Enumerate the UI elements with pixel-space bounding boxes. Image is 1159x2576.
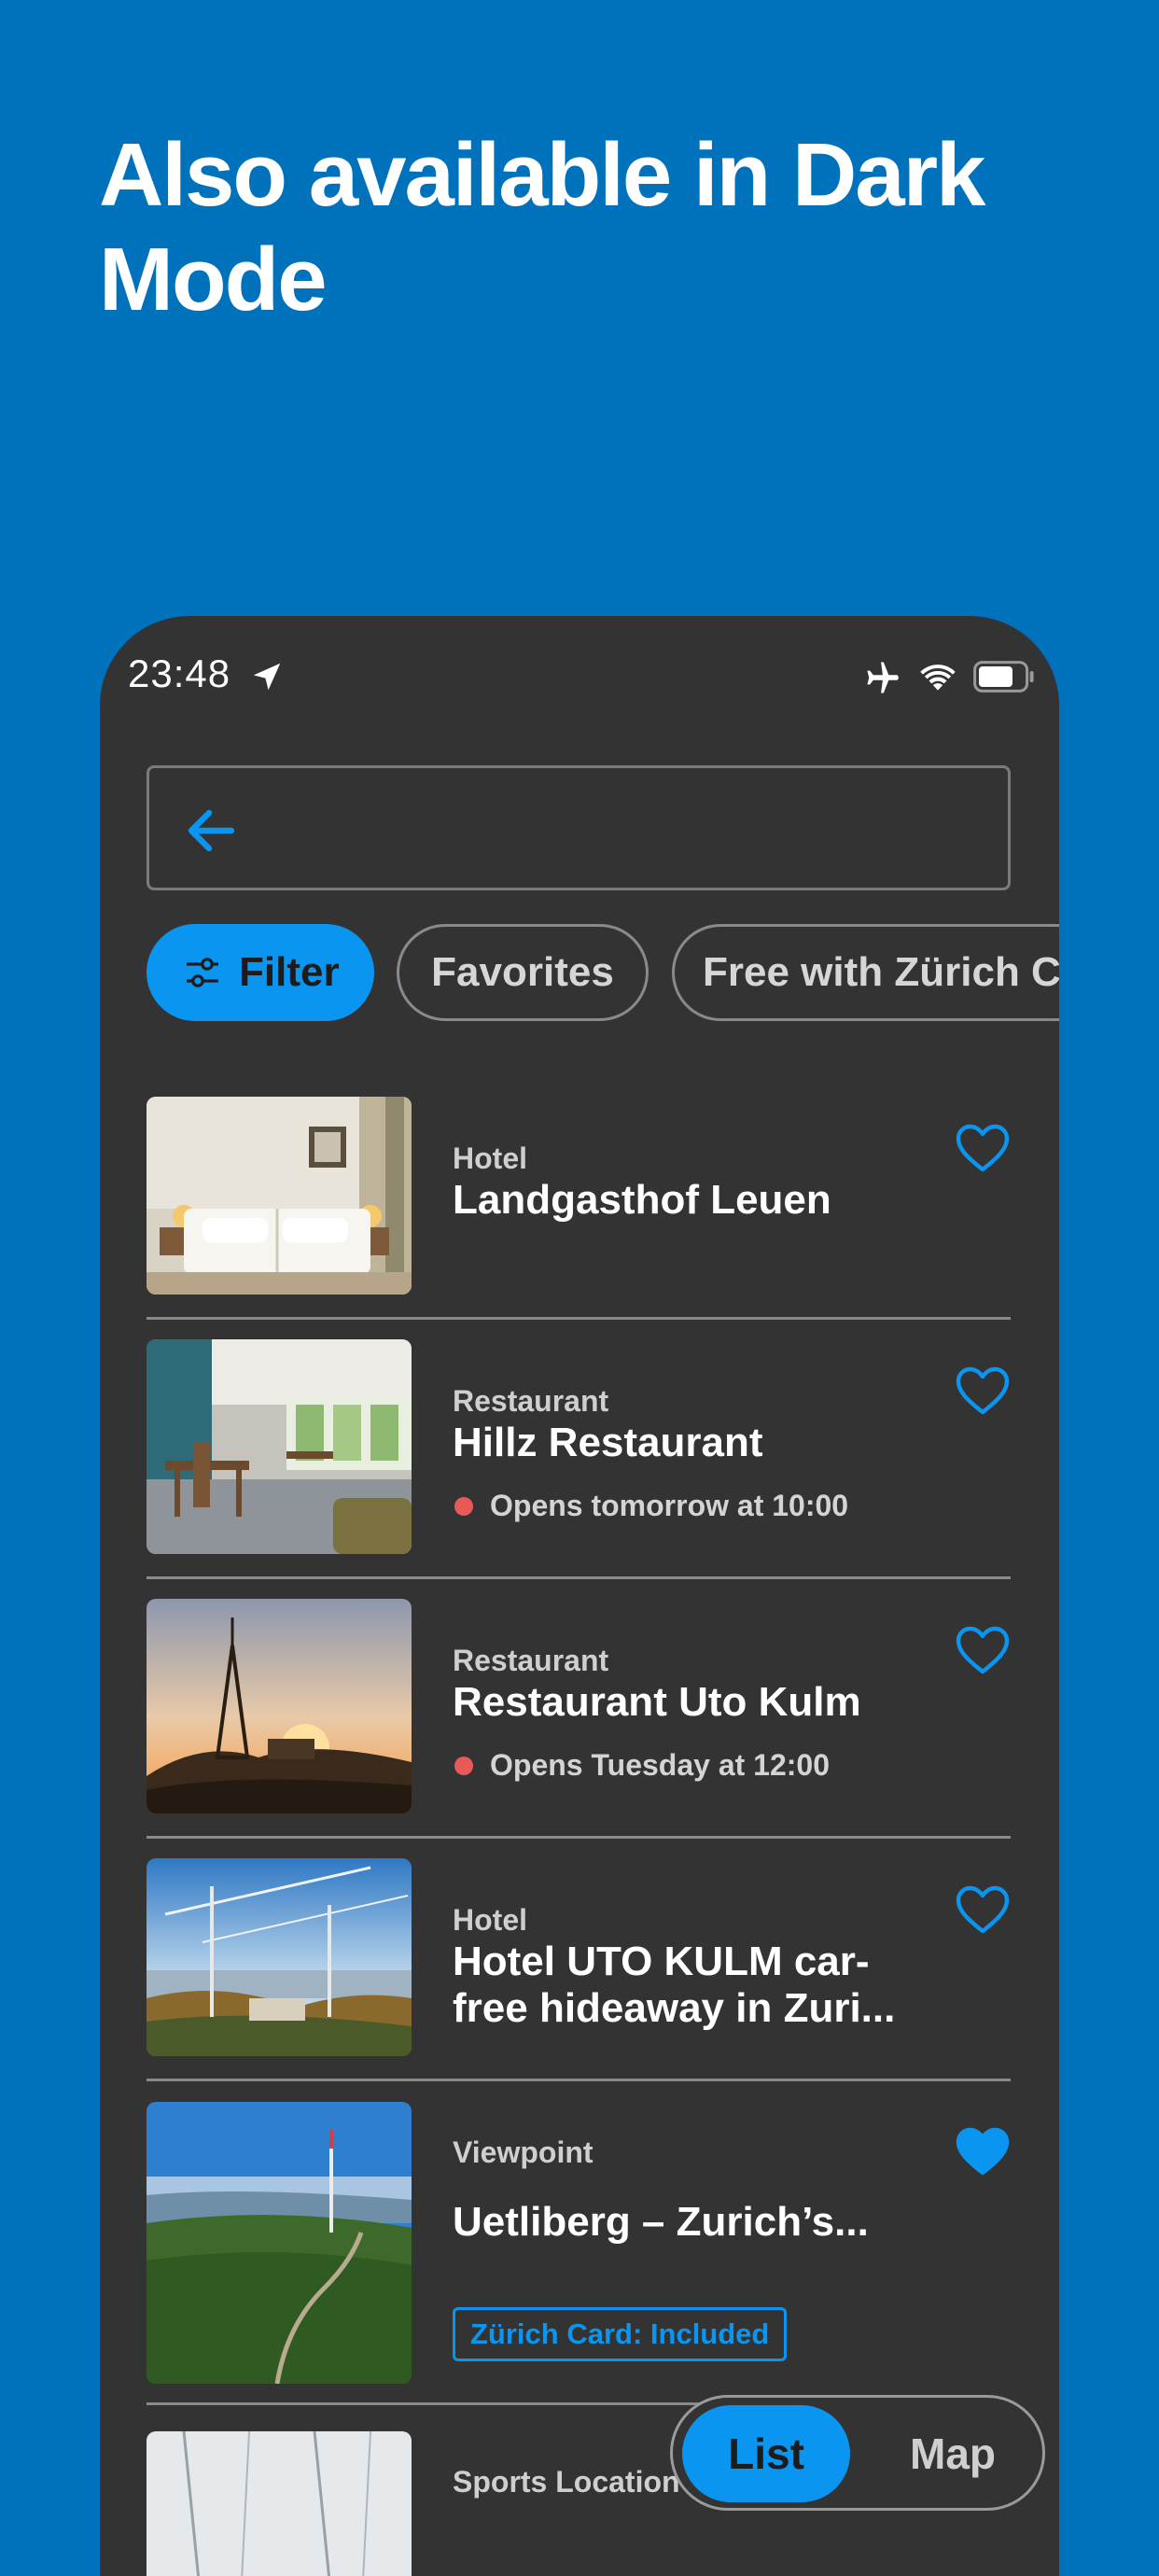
location-arrow-icon (253, 663, 281, 691)
zurich-card-badge-text: Zürich Card: Included (470, 2317, 770, 2350)
list-item[interactable]: Viewpoint Uetliberg – Zurich’s... Zürich… (147, 2102, 1011, 2410)
item-thumbnail (147, 2102, 412, 2384)
item-category: Hotel (453, 1141, 527, 1175)
list-view-button[interactable]: List (682, 2405, 850, 2502)
back-arrow-icon[interactable] (185, 807, 235, 854)
closed-status-dot (454, 1496, 473, 1516)
list-view-label: List (728, 2429, 804, 2478)
closed-status-dot (454, 1756, 473, 1775)
item-category: Restaurant (453, 1384, 609, 1418)
item-thumbnail (147, 2431, 412, 2576)
sliders-icon (187, 958, 218, 987)
view-toggle: List Map (670, 2395, 1045, 2511)
headline: Also available in Dark Mode (99, 125, 985, 329)
filter-chip-label: Filter (239, 949, 340, 995)
opening-status: Opens Tuesday at 12:00 (454, 1748, 830, 1783)
list-item[interactable]: Restaurant Restaurant Uto Kulm Opens Tue… (147, 1599, 1011, 1858)
item-divider (147, 1836, 1011, 1839)
list-item[interactable]: Hotel Landgasthof Leuen (147, 1097, 1011, 1330)
favorite-heart-icon[interactable] (955, 1884, 1011, 1935)
favorite-heart-filled-icon[interactable] (955, 2126, 1011, 2177)
item-thumbnail (147, 1858, 412, 2056)
favorites-chip[interactable]: Favorites (397, 924, 649, 1021)
item-category: Restaurant (453, 1644, 609, 1677)
airplane-mode-icon (867, 662, 899, 693)
map-view-button[interactable]: Map (869, 2405, 1037, 2502)
opening-status-text: Opens tomorrow at 10:00 (490, 1489, 849, 1522)
map-view-label: Map (910, 2429, 996, 2478)
status-time: 23:48 (128, 651, 231, 695)
filter-chip[interactable]: Filter (147, 924, 374, 1021)
item-divider (147, 1317, 1011, 1320)
zurich-card-badge: Zürich Card: Included (453, 2307, 788, 2361)
zurich-card-chip-label: Free with Zürich C (703, 949, 1059, 995)
item-title: Landgasthof Leuen (453, 1177, 831, 1223)
item-divider (147, 1576, 1011, 1579)
list-item[interactable]: Restaurant Hillz Restaurant Opens tomorr… (147, 1339, 1011, 1599)
item-category: Sports Location (453, 2465, 680, 2499)
phone-screen: 23:48 Filter Favorites Free with Zürich … (100, 616, 1059, 2576)
item-category: Viewpoint (453, 2135, 593, 2169)
item-thumbnail (147, 1339, 412, 1554)
opening-status: Opens tomorrow at 10:00 (454, 1489, 848, 1523)
favorite-heart-icon[interactable] (955, 1365, 1011, 1416)
item-category: Hotel (453, 1903, 527, 1937)
favorites-chip-label: Favorites (431, 949, 614, 995)
opening-status-text: Opens Tuesday at 12:00 (490, 1748, 830, 1782)
search-field[interactable] (147, 765, 1011, 890)
item-title: Uetliberg – Zurich’s... (453, 2199, 869, 2245)
favorite-heart-icon[interactable] (955, 1625, 1011, 1675)
item-title: Hotel UTO KULM car-free hideaway in Zuri… (453, 1939, 896, 2031)
status-bar: 23:48 (100, 616, 1059, 737)
list-item[interactable]: Hotel Hotel UTO KULM car-free hideaway i… (147, 1858, 1011, 2103)
filter-chip-row: Filter Favorites Free with Zürich C (147, 924, 1059, 1021)
wifi-icon (920, 665, 956, 691)
zurich-card-chip[interactable]: Free with Zürich C (672, 924, 1059, 1021)
battery-icon (973, 661, 1034, 693)
item-title: Hillz Restaurant (453, 1420, 763, 1465)
item-title: Restaurant Uto Kulm (453, 1679, 861, 1725)
item-thumbnail (147, 1599, 412, 1813)
favorite-heart-icon[interactable] (955, 1123, 1011, 1173)
item-thumbnail (147, 1097, 412, 1295)
item-divider (147, 2079, 1011, 2081)
